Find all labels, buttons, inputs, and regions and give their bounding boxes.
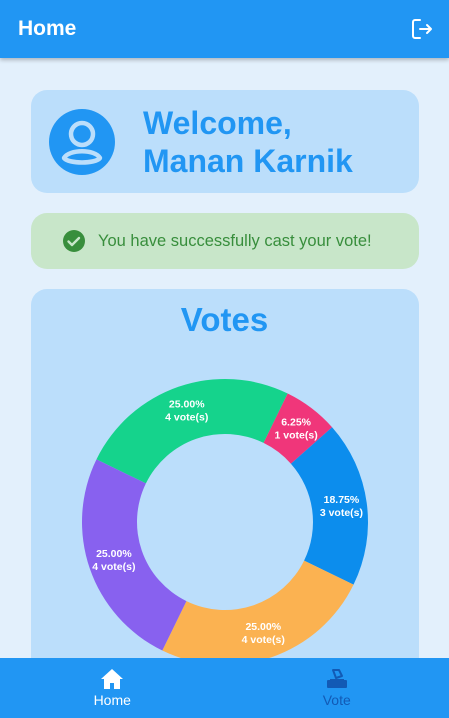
slice-votes-label-0: 4 vote(s): [165, 412, 208, 424]
page-title: Home: [18, 17, 77, 40]
account-circle-icon: [49, 108, 115, 175]
welcome-card: Welcome, Manan Karnik: [31, 90, 419, 193]
success-message: You have successfully cast your vote!: [98, 231, 372, 250]
slice-percent-label-3: 25.00%: [245, 621, 281, 633]
slice-percent-label-1: 6.25%: [281, 416, 311, 428]
slice-percent-label-4: 25.00%: [96, 548, 132, 560]
nav-label-vote: Vote: [322, 692, 351, 708]
ballot-box-icon: [326, 669, 347, 688]
bottom-navigation: Home Vote: [0, 658, 449, 718]
logout-icon: [412, 19, 432, 39]
welcome-greeting: Welcome,: [143, 104, 292, 141]
check-circle-icon: [63, 230, 85, 252]
nav-item-home[interactable]: Home: [0, 658, 225, 718]
slice-votes-label-1: 1 vote(s): [275, 429, 318, 441]
slice-votes-label-4: 4 vote(s): [92, 561, 135, 573]
nav-label-home: Home: [93, 692, 131, 708]
home-icon: [101, 669, 124, 689]
logout-button[interactable]: [409, 16, 435, 42]
slice-votes-label-2: 3 vote(s): [320, 507, 363, 519]
app-bar: Home: [0, 0, 449, 58]
slice-percent-label-2: 18.75%: [324, 494, 360, 506]
votes-donut-chart: 25.00%4 vote(s) 6.25%1 vote(s)18.75%3 vot…: [81, 378, 369, 658]
donut-slice-0: [96, 378, 288, 484]
welcome-message: Welcome, Manan Karnik: [143, 104, 353, 180]
nav-item-vote[interactable]: Vote: [225, 658, 449, 718]
votes-title: Votes: [180, 301, 269, 338]
success-banner: You have successfully cast your vote!: [31, 213, 419, 269]
slice-votes-label-3: 4 vote(s): [242, 634, 285, 646]
user-name: Manan Karnik: [143, 142, 353, 179]
slice-percent-label-0: 25.00%: [169, 399, 205, 411]
